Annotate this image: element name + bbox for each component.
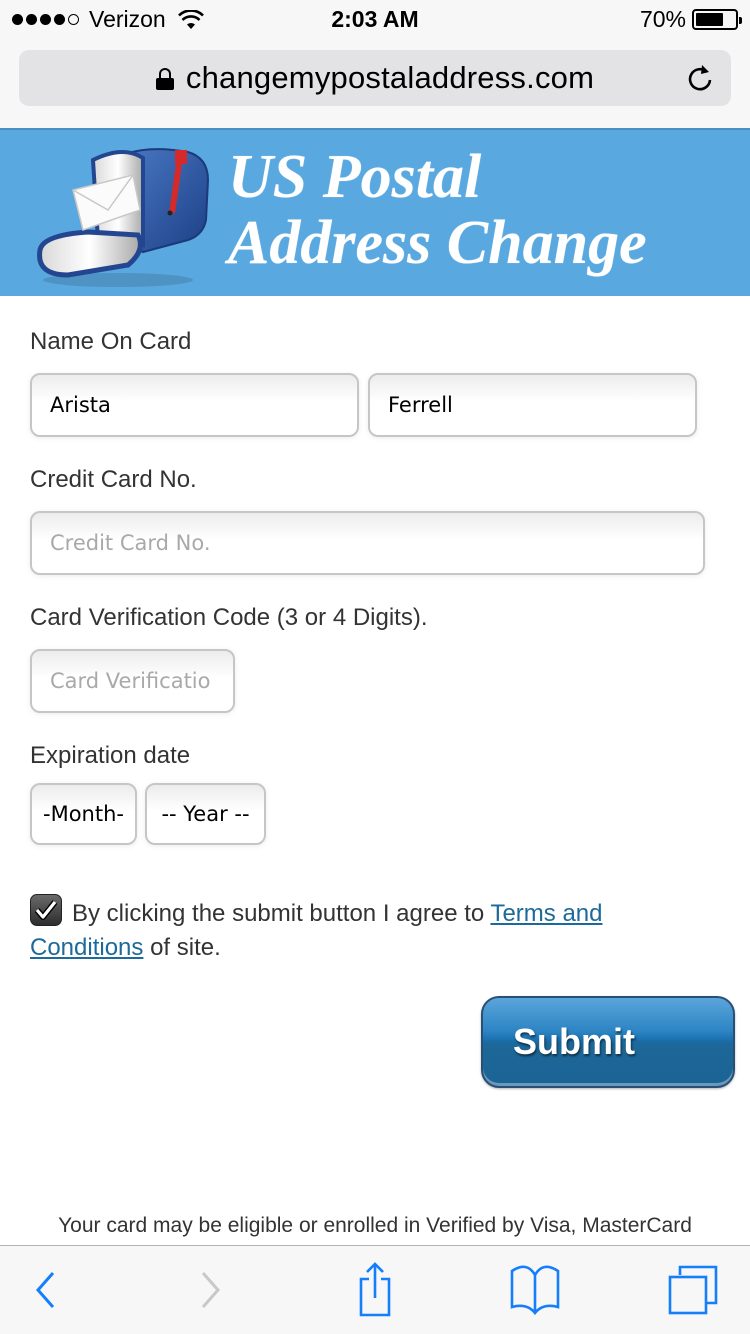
forward-icon: [201, 1272, 221, 1308]
name-on-card-label: Name On Card: [30, 328, 192, 355]
first-name-input[interactable]: Arista: [30, 373, 359, 437]
cvc-input[interactable]: Card Verificatio: [30, 649, 235, 713]
last-name-input[interactable]: Ferrell: [368, 373, 697, 437]
terms-agreement: By clicking the submit button I agree to…: [30, 894, 710, 965]
share-button[interactable]: [350, 1260, 400, 1320]
expiration-label: Expiration date: [30, 742, 191, 769]
status-right: 70%: [639, 6, 742, 33]
status-bar: Verizon 2:03 AM 70%: [0, 0, 750, 40]
agree-checkbox[interactable]: [30, 894, 62, 926]
banner-title-line1: US Postal: [228, 143, 482, 211]
cvc-label: Card Verification Code (3 or 4 Digits).: [30, 604, 428, 631]
reload-icon[interactable]: [685, 63, 715, 93]
clock: 2:03 AM: [331, 6, 419, 32]
back-icon: [35, 1272, 55, 1308]
battery-level: [696, 13, 723, 26]
battery-tip: [739, 17, 742, 24]
credit-card-label: Credit Card No.: [30, 466, 197, 493]
bookmarks-button[interactable]: [505, 1260, 565, 1320]
browser-toolbar: [0, 1245, 750, 1334]
bookmarks-icon: [510, 1265, 560, 1316]
battery-icon: [692, 9, 742, 30]
share-icon: [359, 1262, 391, 1317]
credit-card-input[interactable]: Credit Card No.: [30, 511, 705, 575]
browser-address-area: changemypostaladdress.com: [0, 40, 750, 128]
verified-by-visa-note: Your card may be eligible or enrolled in…: [58, 1214, 692, 1237]
conditions-link[interactable]: Conditions: [30, 934, 143, 961]
back-button[interactable]: [20, 1260, 70, 1320]
banner-title: US Postal Address Change: [228, 144, 647, 276]
terms-link[interactable]: Terms and: [490, 900, 602, 927]
banner-title-line2: Address Change: [228, 209, 647, 277]
tabs-button[interactable]: [665, 1260, 721, 1320]
lock-body: [155, 78, 174, 90]
address-content[interactable]: changemypostaladdress.com: [19, 50, 731, 106]
forward-button[interactable]: [186, 1260, 236, 1320]
submit-button[interactable]: Submit: [481, 996, 735, 1088]
url-text[interactable]: changemypostaladdress.com: [186, 60, 594, 96]
checkmark-icon: [34, 900, 58, 920]
month-select[interactable]: -Month-: [30, 783, 137, 845]
agree-text: By clicking the submit button I agree to: [72, 900, 491, 927]
year-select[interactable]: -- Year --: [145, 783, 266, 845]
address-bar[interactable]: changemypostaladdress.com: [19, 50, 731, 106]
mailbox-icon: [37, 148, 210, 287]
site-banner[interactable]: US Postal Address Change: [0, 128, 750, 296]
lock-icon: [155, 68, 174, 90]
battery-percent: 70%: [639, 6, 686, 32]
tabs-icon: [668, 1265, 718, 1315]
agree-text-end: of site.: [143, 934, 221, 961]
